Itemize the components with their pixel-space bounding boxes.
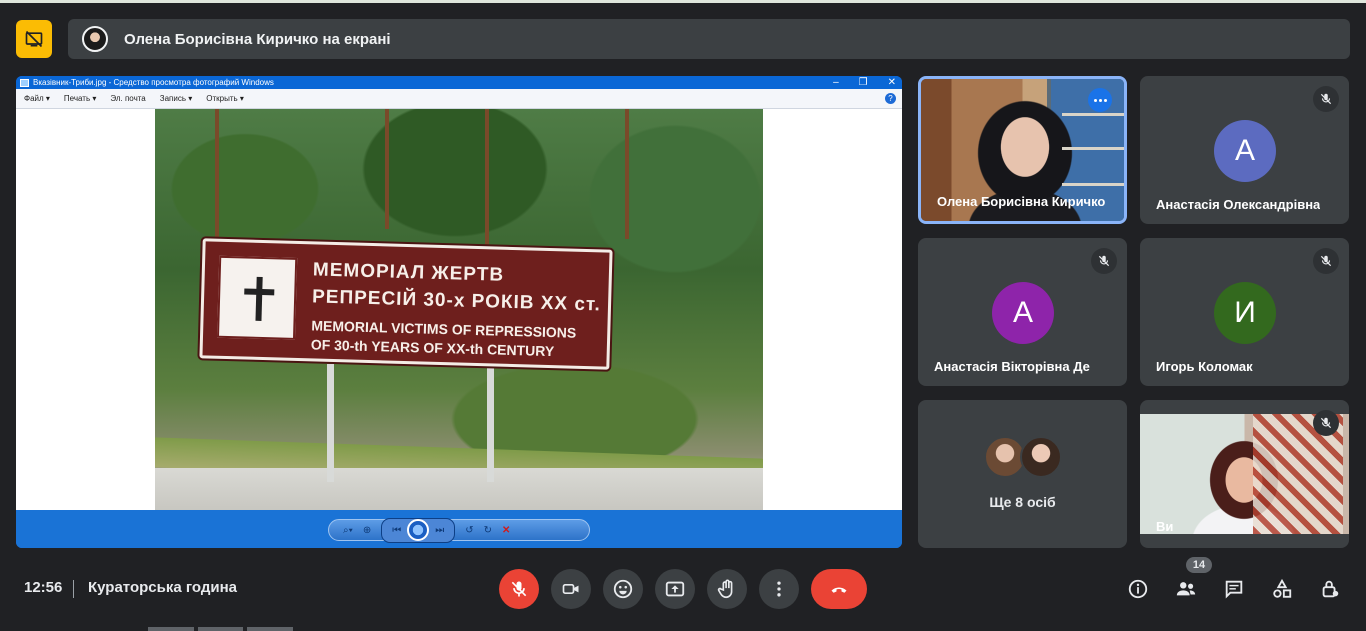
- mic-off-icon: [1313, 86, 1339, 112]
- avatar: И: [1214, 282, 1276, 344]
- memorial-sign-photo: МЕМОРІАЛ ЖЕРТВ РЕПРЕСІЙ 30-х РОКІВ XX ст…: [155, 109, 763, 510]
- camera-toggle-button[interactable]: [551, 569, 591, 609]
- top-edge: [0, 0, 1366, 3]
- menu-email[interactable]: Эл. почта: [110, 94, 145, 103]
- participants-count-badge: 14: [1186, 557, 1212, 573]
- more-vert-icon: [777, 581, 781, 597]
- participant-name: Анастасія Олександрівна: [1156, 197, 1321, 212]
- participant-tile-anastasia-v[interactable]: А Анастасія Вікторівна Де: [918, 238, 1127, 386]
- more-options-button[interactable]: [759, 569, 799, 609]
- actual-size-icon[interactable]: ⊕: [363, 525, 371, 536]
- participant-name: Ви: [1156, 519, 1174, 534]
- taskbar-hint: [148, 627, 294, 631]
- participant-tile-igor[interactable]: И Игорь Коломак: [1140, 238, 1349, 386]
- stop-presenting-button[interactable]: [16, 20, 52, 58]
- more-participants-text: Ще 8 осіб: [989, 494, 1056, 510]
- participant-tile-self[interactable]: Ви: [1140, 400, 1349, 548]
- slideshow-button[interactable]: [407, 518, 430, 541]
- present-now-button[interactable]: [655, 569, 695, 609]
- chat-icon: [1225, 580, 1243, 599]
- participant-tile-anastasia-o[interactable]: А Анастасія Олександрівна: [1140, 76, 1349, 224]
- reactions-button[interactable]: [603, 569, 643, 609]
- memorial-sign: МЕМОРІАЛ ЖЕРТВ РЕПРЕСІЙ 30-х РОКІВ XX ст…: [199, 238, 613, 370]
- avatar: А: [1214, 120, 1276, 182]
- sign-line-1: МЕМОРІАЛ ЖЕРТВ: [312, 259, 505, 286]
- presenter-banner: Олена Борисівна Киричко на екрані: [68, 19, 1350, 59]
- minimize-icon[interactable]: –: [833, 76, 839, 89]
- memorial-emblem-icon: [216, 255, 298, 340]
- maximize-icon[interactable]: ❐: [859, 76, 868, 89]
- more-participants-avatars: [984, 436, 1062, 478]
- emoji-icon: [613, 579, 633, 599]
- zoom-icon[interactable]: ⌕▾: [343, 525, 353, 536]
- image-viewport: МЕМОРІАЛ ЖЕРТВ РЕПРЕСІЙ 30-х РОКІВ XX ст…: [16, 109, 902, 510]
- mic-off-icon: [1313, 410, 1339, 436]
- mic-off-icon: [511, 581, 527, 597]
- call-end-icon: [831, 587, 847, 593]
- avatar: А: [992, 282, 1054, 344]
- raise-hand-button[interactable]: [707, 569, 747, 609]
- photo-viewer-icon: [20, 78, 29, 87]
- mic-off-icon: [1313, 248, 1339, 274]
- chat-button[interactable]: [1218, 573, 1250, 605]
- hand-icon: [717, 579, 733, 599]
- menu-burn[interactable]: Запись ▾: [160, 94, 193, 103]
- window-menu-bar: Файл ▾ Печать ▾ Эл. почта Запись ▾ Откры…: [16, 89, 902, 109]
- delete-icon[interactable]: ✕: [502, 525, 510, 536]
- presenter-banner-text: Олена Борисівна Киричко на екрані: [124, 30, 391, 48]
- leave-call-button[interactable]: [811, 569, 867, 609]
- divider: [73, 580, 74, 598]
- sign-line-4: OF 30-th YEARS OF XX-th CENTURY: [310, 336, 555, 360]
- rotate-right-icon[interactable]: ↻: [484, 525, 492, 536]
- sign-line-2: РЕПРЕСІЙ 30-х РОКІВ XX ст.: [311, 286, 602, 316]
- rotate-left-icon[interactable]: ↺: [465, 525, 473, 536]
- more-participants-tile[interactable]: Ще 8 осіб: [918, 400, 1127, 548]
- meeting-title: Кураторська година: [88, 579, 238, 596]
- viewer-controls: ⌕▾ ⊕ ⏮ ⏭ ↺ ↻ ✕: [328, 517, 590, 543]
- info-icon: [1128, 579, 1148, 599]
- viewer-control-strip: ⌕▾ ⊕ ⏮ ⏭ ↺ ↻ ✕: [16, 510, 902, 548]
- microphone-toggle-button[interactable]: [499, 569, 539, 609]
- menu-file[interactable]: Файл ▾: [24, 94, 50, 103]
- window-title-bar: Вказівник-Триби.jpg - Средство просмотра…: [16, 76, 902, 89]
- participant-name: Олена Борисівна Киричко: [937, 194, 1106, 209]
- host-controls-button[interactable]: [1314, 573, 1346, 605]
- mic-off-icon: [1091, 248, 1117, 274]
- activities-button[interactable]: [1266, 573, 1298, 605]
- close-icon[interactable]: ✕: [888, 76, 896, 89]
- people-icon: [1176, 582, 1196, 596]
- more-options-icon[interactable]: [1088, 88, 1112, 112]
- participant-tile-presenter[interactable]: Олена Борисівна Киричко: [918, 76, 1127, 224]
- camera-icon: [562, 584, 579, 594]
- shapes-icon: [1273, 578, 1292, 598]
- participant-name: Игорь Коломак: [1156, 359, 1253, 374]
- avatar: [1020, 436, 1062, 478]
- people-button[interactable]: [1170, 573, 1202, 605]
- participant-name: Анастасія Вікторівна Де: [934, 359, 1090, 374]
- next-icon[interactable]: ⏭: [435, 525, 444, 536]
- previous-icon[interactable]: ⏮: [392, 525, 401, 536]
- meeting-details-button[interactable]: [1122, 573, 1154, 605]
- help-icon[interactable]: ?: [885, 93, 896, 104]
- presenter-avatar: [82, 26, 108, 52]
- present-icon: [665, 581, 685, 597]
- present-off-icon: [25, 30, 43, 48]
- shared-screen: Вказівник-Триби.jpg - Средство просмотра…: [16, 76, 902, 548]
- window-title: Вказівник-Триби.jpg - Средство просмотра…: [33, 78, 274, 87]
- menu-open[interactable]: Открыть ▾: [206, 94, 244, 103]
- menu-print[interactable]: Печать ▾: [64, 94, 96, 103]
- lock-person-icon: [1322, 580, 1339, 598]
- clock: 12:56: [24, 579, 63, 596]
